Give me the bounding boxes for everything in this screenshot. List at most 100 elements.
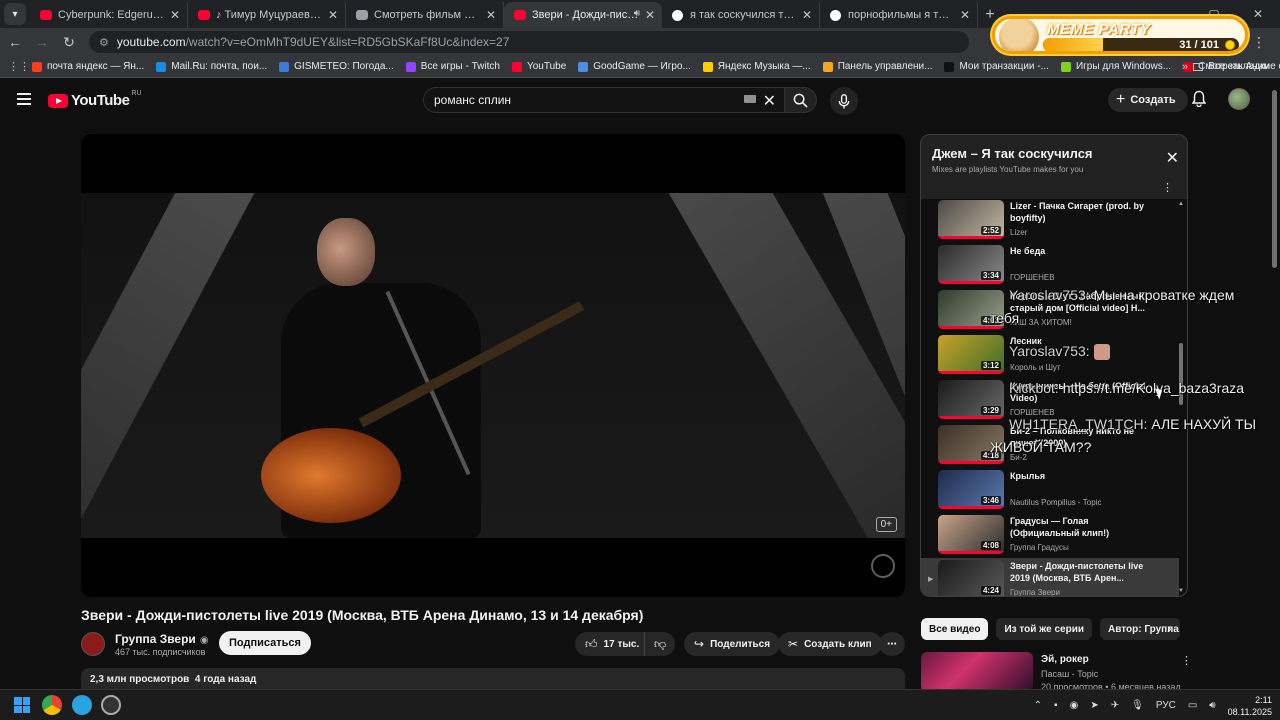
watched-progress-bar (938, 506, 1004, 509)
volume-icon[interactable]: 🔊︎ (1209, 700, 1215, 711)
recommended-menu-icon[interactable]: ⋮ (1181, 654, 1192, 667)
bookmark-item[interactable]: Mail.Ru: почта, пои... (156, 61, 267, 72)
close-tab-icon[interactable]: ✕ (960, 8, 970, 22)
channel-watermark-icon[interactable] (871, 554, 895, 578)
network-icon[interactable]: ▭ (1188, 700, 1197, 711)
playlist-item[interactable]: 3:34 Не беда ГОРШЕНЕВ (921, 243, 1179, 287)
search-input[interactable]: романс сплин ✕ (423, 87, 785, 113)
clip-button[interactable]: ✂ Создать клип (778, 632, 882, 656)
playlist-item[interactable]: 3:46 Крылья Nautilus Pompilius - Topic (921, 468, 1179, 512)
forward-button[interactable]: → (30, 34, 54, 50)
watched-progress-bar (938, 551, 1004, 554)
browser-tab[interactable]: ♪ Тимур Муцураев - Погасли ✕ (188, 2, 346, 28)
account-avatar[interactable] (1228, 88, 1250, 110)
tray-shield-icon[interactable]: ◉ (1070, 700, 1079, 711)
bookmark-item[interactable]: GISMETEO: Погода... (279, 61, 394, 72)
site-info-icon[interactable]: ⚙ (99, 36, 109, 49)
tray-mic-icon[interactable]: 🎙︎ (1131, 700, 1144, 711)
youtube-play-icon (48, 93, 68, 108)
recommended-thumbnail[interactable] (921, 652, 1033, 692)
tray-app-icon[interactable]: ▪ (1054, 700, 1058, 711)
all-bookmarks-button[interactable]: Все закладки (1193, 61, 1270, 72)
video-frame[interactable] (81, 193, 905, 538)
playlist-menu-icon[interactable]: ⋮ (1162, 181, 1173, 194)
browser-tab[interactable]: Смотреть фильм Война онлай ✕ (346, 2, 504, 28)
browser-menu-icon[interactable]: ⋮ (1252, 34, 1266, 51)
voice-search-button[interactable] (830, 87, 858, 115)
recommended-video[interactable]: Эй, рокер Пасаш - Topic 20 просмотров • … (921, 652, 1192, 692)
video-player[interactable]: 0+ (81, 134, 905, 597)
more-bookmarks-icon[interactable]: » (1182, 61, 1188, 73)
tab-search-button[interactable]: ▾ (4, 3, 26, 25)
page-scrollbar[interactable] (1272, 90, 1277, 268)
windows-start-icon[interactable] (14, 697, 30, 713)
chrome-taskbar-icon[interactable] (42, 695, 62, 715)
chip-all-videos[interactable]: Все видео (921, 618, 989, 640)
share-button[interactable]: ↪ Поделиться (684, 632, 781, 656)
chip-same-series[interactable]: Из той же серии (996, 618, 1092, 640)
bookmark-item[interactable]: Панель управлени... (822, 61, 932, 72)
back-button[interactable]: ← (3, 34, 27, 50)
browser-tab[interactable]: я так соскучился текст аккорд ✕ (662, 2, 820, 28)
close-tab-icon[interactable]: ✕ (645, 8, 655, 22)
bookmark-item[interactable]: Яндекс Музыка —... (702, 61, 811, 72)
close-tab-icon[interactable]: ✕ (802, 8, 812, 22)
playlist-thumbnail[interactable]: 3:46 (938, 470, 1004, 509)
watched-progress-bar (938, 596, 1004, 597)
chevron-right-icon[interactable]: › (1167, 620, 1172, 636)
playlist-item[interactable]: ▶ 4:24 Звери - Дожди-пистолеты live 2019 (… (921, 558, 1179, 597)
playlist-thumbnail[interactable]: 3:29 (938, 380, 1004, 419)
like-button[interactable]: 👍︎ 17 тыс. (575, 632, 650, 656)
clear-search-icon[interactable]: ✕ (763, 91, 776, 111)
playlist-thumbnail[interactable]: 4:24 (938, 560, 1004, 597)
bookmark-item[interactable]: Все игры - Twitch (405, 61, 500, 72)
notifications-button[interactable] (1191, 90, 1207, 112)
close-tab-icon[interactable]: ✕ (486, 8, 496, 22)
close-tab-icon[interactable]: ✕ (170, 8, 180, 22)
clock[interactable]: 2:11 08.11.2025 (1228, 694, 1272, 718)
tray-telegram-icon[interactable]: ➤ (1090, 700, 1098, 711)
bookmark-item[interactable]: почта яндекс — Ян... (32, 61, 144, 72)
apps-grid-icon[interactable]: ⋮⋮ (8, 60, 30, 73)
playlist-title[interactable]: Джем – Я так соскучился (932, 146, 1093, 161)
browser-tab[interactable]: порнофильмы я так соскучил ✕ (820, 2, 978, 28)
scroll-up-icon[interactable]: ▲ (1178, 201, 1184, 207)
menu-icon[interactable] (17, 93, 31, 108)
tab-title: Cyberpunk: Edgerunners | "I Re (58, 9, 165, 21)
youtube-logo[interactable]: YouTube RU (48, 90, 142, 109)
singer-head (317, 218, 375, 286)
keyboard-icon[interactable] (744, 95, 756, 103)
playlist-item[interactable]: 4:08 Градусы — Голая (Официальный клип!) Г… (921, 513, 1179, 557)
playlist-thumbnail[interactable]: 2:52 (938, 200, 1004, 239)
channel-avatar[interactable] (81, 632, 105, 656)
playlist-item[interactable]: 2:52 Lizer - Пачка Сигарет (prod. by boyf… (921, 198, 1179, 242)
playlist-thumbnail[interactable]: 3:12 (938, 335, 1004, 374)
browser-tab[interactable]: Звери - Дожди-пистолеты🔊︎ ✕ (504, 2, 662, 28)
subscribe-button[interactable]: Подписаться (219, 631, 311, 655)
telegram-taskbar-icon[interactable] (72, 695, 92, 715)
more-actions-button[interactable]: ⋯ (879, 632, 905, 656)
input-language[interactable]: РУС (1156, 700, 1176, 711)
bookmark-item[interactable]: Игры для Windows... (1060, 61, 1172, 72)
tray-send-icon[interactable]: ✈ (1111, 700, 1119, 711)
steam-taskbar-icon[interactable] (101, 695, 121, 715)
bookmark-item[interactable]: Мои транзакции -... (944, 61, 1049, 72)
bookmark-item[interactable]: GoodGame — Игро... (578, 61, 691, 72)
playlist-thumbnail[interactable]: 4:08 (938, 515, 1004, 554)
audio-playing-icon[interactable]: 🔊︎ (634, 8, 640, 19)
create-button[interactable]: + Создать (1108, 88, 1188, 112)
scroll-down-icon[interactable]: ▼ (1178, 588, 1184, 594)
browser-tab[interactable]: Cyberpunk: Edgerunners | "I Re ✕ (30, 2, 188, 28)
search-button[interactable] (785, 87, 817, 113)
url-field[interactable]: ⚙ youtube.com/watch?v=eOmMhT9dUEY&list=R… (89, 31, 969, 53)
close-playlist-icon[interactable]: ✕ (1166, 148, 1179, 168)
close-tab-icon[interactable]: ✕ (328, 8, 338, 22)
tray-overflow-icon[interactable]: ⌃ (1034, 700, 1042, 711)
age-rating-badge: 0+ (875, 517, 897, 532)
bookmark-label: Игры для Windows... (1075, 61, 1172, 72)
bookmark-item[interactable]: YouTube (511, 61, 566, 72)
playlist-thumbnail[interactable]: 3:34 (938, 245, 1004, 284)
channel-name[interactable]: Группа Звери ◉ (115, 632, 209, 646)
reload-button[interactable]: ↻ (57, 34, 81, 51)
dislike-button[interactable]: 👎︎ (644, 632, 676, 656)
